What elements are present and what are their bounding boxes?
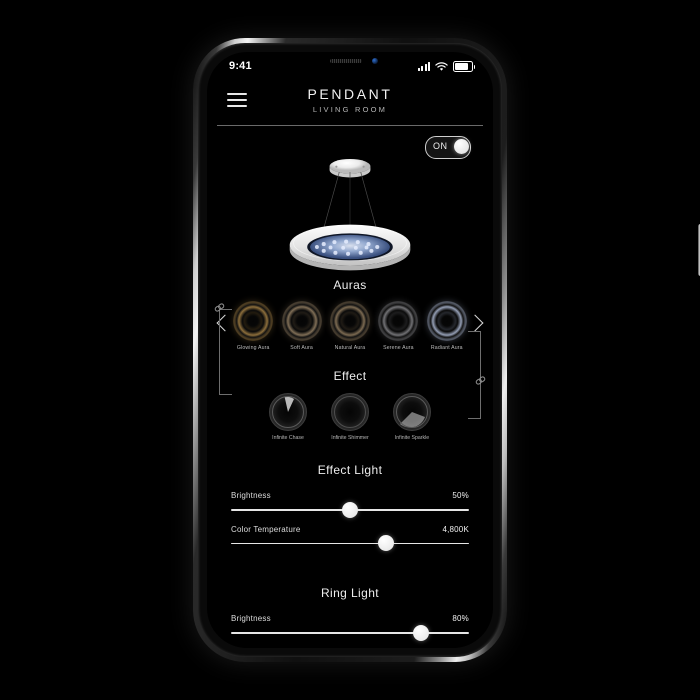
- battery-icon: [453, 61, 475, 72]
- aura-item-0[interactable]: Glowing Aura: [233, 301, 274, 351]
- aura-list: Glowing Aura Soft Aura Natural Aura Serene …: [207, 301, 493, 351]
- aura-label: Natural Aura: [334, 345, 366, 351]
- slider-value: 80%: [452, 614, 469, 623]
- slider-header: Brightness 80%: [231, 614, 469, 623]
- slider-row: Color Temperature 4,800K: [231, 511, 469, 551]
- app-header: PENDANT LIVING ROOM: [207, 82, 493, 126]
- aura-swatch[interactable]: [281, 301, 322, 341]
- link-bracket-left: [219, 309, 232, 395]
- aura-item-4[interactable]: Radiant Aura: [426, 301, 467, 351]
- link-chain-icon[interactable]: [474, 374, 487, 387]
- aura-swatch[interactable]: [426, 301, 467, 341]
- link-chain-icon[interactable]: [213, 301, 226, 314]
- aura-swatch[interactable]: [330, 301, 370, 341]
- slider-thumb[interactable]: [377, 535, 394, 551]
- effect-section: Effect Infinite Chase Infinite Shimmer Inf…: [207, 369, 493, 441]
- status-bar-clock: 9:41: [229, 60, 252, 72]
- slider-value: 4,800K: [442, 524, 469, 534]
- cellular-bars-icon: [417, 62, 430, 71]
- aura-item-3[interactable]: Serene Aura: [378, 301, 419, 351]
- effect-light-sliders: Brightness 50% Color Temperature 4,800K: [207, 477, 493, 551]
- effect-dial[interactable]: [269, 393, 307, 431]
- status-bar-icons: [417, 61, 475, 72]
- wifi-icon: [435, 61, 448, 71]
- aura-label: Radiant Aura: [430, 345, 463, 351]
- ring-light-panel: Ring Light Brightness 80%: [207, 586, 493, 641]
- ring-light-sliders: Brightness 80%: [207, 600, 493, 641]
- slider-value: 50%: [452, 491, 469, 500]
- auras-section: Auras Glowing Aura Soft Aura Natural Aura S…: [207, 278, 493, 363]
- effect-list: Infinite Chase Infinite Shimmer Infinite S…: [207, 393, 493, 441]
- slider-row: Brightness 50%: [231, 477, 469, 518]
- aura-item-1[interactable]: Soft Aura: [281, 301, 322, 351]
- effect-section-title: Effect: [333, 369, 367, 383]
- pendant-lamp-illustration: [207, 148, 493, 274]
- auras-section-title: Auras: [333, 278, 367, 292]
- app-content: ON Auras Glowing Aura Soft Aura Natural …: [207, 126, 493, 648]
- slider-row: Brightness 80%: [231, 600, 469, 641]
- slider-header: Brightness 50%: [231, 491, 469, 500]
- page-subtitle: LIVING ROOM: [312, 105, 388, 114]
- page-title: PENDANT: [307, 86, 393, 102]
- screenshot-root: 9:41 PENDANT LIVING ROOM ON Auras Glowin…: [0, 0, 700, 700]
- slider-label: Brightness: [231, 614, 271, 623]
- aura-swatch[interactable]: [233, 301, 274, 341]
- effect-light-panel: Effect Light Brightness 50% Color Temperat…: [207, 463, 493, 551]
- phone-screen: 9:41 PENDANT LIVING ROOM ON Auras Glowin…: [207, 52, 493, 648]
- aura-item-2[interactable]: Natural Aura: [330, 301, 370, 351]
- effect-item-2[interactable]: Infinite Sparkle: [389, 393, 435, 441]
- slider-thumb[interactable]: [413, 624, 430, 641]
- effect-dial[interactable]: [393, 393, 431, 431]
- effect-label: Infinite Sparkle: [394, 435, 430, 441]
- effect-item-1[interactable]: Infinite Shimmer: [327, 393, 373, 441]
- slider-track[interactable]: [231, 624, 469, 641]
- ring-light-title: Ring Light: [320, 586, 380, 600]
- effect-item-0[interactable]: Infinite Chase: [265, 393, 311, 441]
- slider-track[interactable]: [231, 535, 469, 551]
- aura-swatch[interactable]: [378, 301, 419, 341]
- slider-label: Brightness: [231, 491, 271, 500]
- effect-label: Infinite Shimmer: [331, 435, 369, 441]
- page-title-block: PENDANT LIVING ROOM: [207, 82, 493, 114]
- slider-header: Color Temperature 4,800K: [231, 525, 469, 534]
- effect-dial[interactable]: [331, 393, 369, 431]
- auras-carousel: Glowing Aura Soft Aura Natural Aura Serene …: [207, 301, 493, 363]
- slider-label: Color Temperature: [231, 524, 301, 534]
- front-camera-icon: [372, 58, 378, 64]
- aura-label: Glowing Aura: [236, 345, 270, 351]
- effect-light-title: Effect Light: [317, 463, 383, 477]
- display-notch: [292, 52, 408, 74]
- aura-label: Serene Aura: [383, 345, 414, 351]
- earpiece-speaker-icon: [330, 59, 362, 63]
- effect-label: Infinite Chase: [272, 435, 304, 441]
- aura-label: Soft Aura: [290, 345, 313, 351]
- phone-device-frame: 9:41 PENDANT LIVING ROOM ON Auras Glowin…: [193, 38, 700, 662]
- hamburger-menu-icon[interactable]: [227, 93, 247, 107]
- phone-inner-bezel: 9:41 PENDANT LIVING ROOM ON Auras Glowin…: [198, 43, 502, 657]
